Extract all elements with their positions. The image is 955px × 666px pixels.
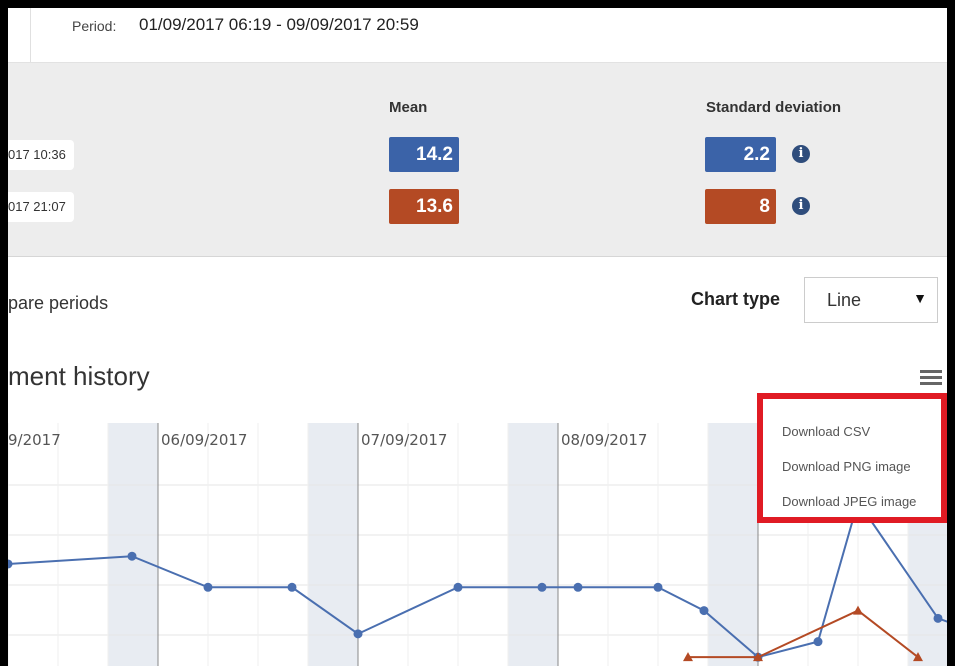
x-axis-label: 06/09/2017	[161, 431, 247, 449]
download-csv-item[interactable]: Download CSV	[782, 424, 870, 439]
period-value: 01/09/2017 06:19 - 09/09/2017 20:59	[139, 15, 419, 34]
data-point	[287, 582, 297, 592]
std-header: Standard deviation	[706, 99, 842, 116]
app-window: Period: 01/09/2017 06:19 - 09/09/2017 20…	[8, 8, 947, 666]
chart-type-label: Chart type	[691, 289, 781, 309]
export-menu: Download CSV Download PNG image Download…	[757, 393, 947, 523]
data-point	[127, 551, 137, 561]
info-icon[interactable]: i	[792, 145, 810, 163]
period-label: Period:	[72, 18, 117, 34]
statistics-panel: Mean Standard deviation 017 10:36 14.2 2…	[8, 63, 947, 257]
download-png-item[interactable]: Download PNG image	[782, 459, 911, 474]
data-point	[203, 582, 213, 592]
data-point	[353, 629, 363, 639]
compare-periods-label[interactable]: pare periods	[8, 293, 108, 314]
chevron-down-icon: ▼	[913, 290, 927, 306]
data-point	[537, 582, 547, 592]
data-point	[699, 606, 709, 616]
info-icon[interactable]: i	[792, 197, 810, 215]
data-point	[653, 582, 663, 592]
x-axis-label: 08/09/2017	[561, 431, 647, 449]
data-point	[573, 582, 583, 592]
row2-mean-badge: 13.6	[389, 189, 459, 224]
row2-date: 017 21:07	[8, 192, 74, 222]
x-axis-label: 07/09/2017	[361, 431, 447, 449]
data-point	[8, 559, 13, 569]
download-jpeg-item[interactable]: Download JPEG image	[782, 494, 916, 509]
data-point	[933, 613, 943, 623]
data-point	[853, 605, 863, 615]
row1-std-badge: 2.2	[705, 137, 776, 172]
night-band	[708, 423, 758, 666]
period-bar: Period: 01/09/2017 06:19 - 09/09/2017 20…	[8, 8, 947, 63]
row1-mean-badge: 14.2	[389, 137, 459, 172]
x-axis-label: 9/2017	[8, 431, 61, 449]
chart-type-select[interactable]: Line ▼	[804, 277, 938, 323]
data-point	[453, 582, 463, 592]
night-band	[108, 423, 158, 666]
history-title: ment history	[8, 361, 150, 391]
row2-std-badge: 8	[705, 189, 776, 224]
data-point	[813, 637, 823, 647]
hamburger-menu-icon[interactable]	[920, 370, 942, 390]
night-band	[508, 423, 558, 666]
row1-date: 017 10:36	[8, 140, 74, 170]
chart-type-value: Line	[827, 290, 862, 310]
period-divider	[30, 8, 31, 62]
mean-header: Mean	[389, 99, 428, 116]
